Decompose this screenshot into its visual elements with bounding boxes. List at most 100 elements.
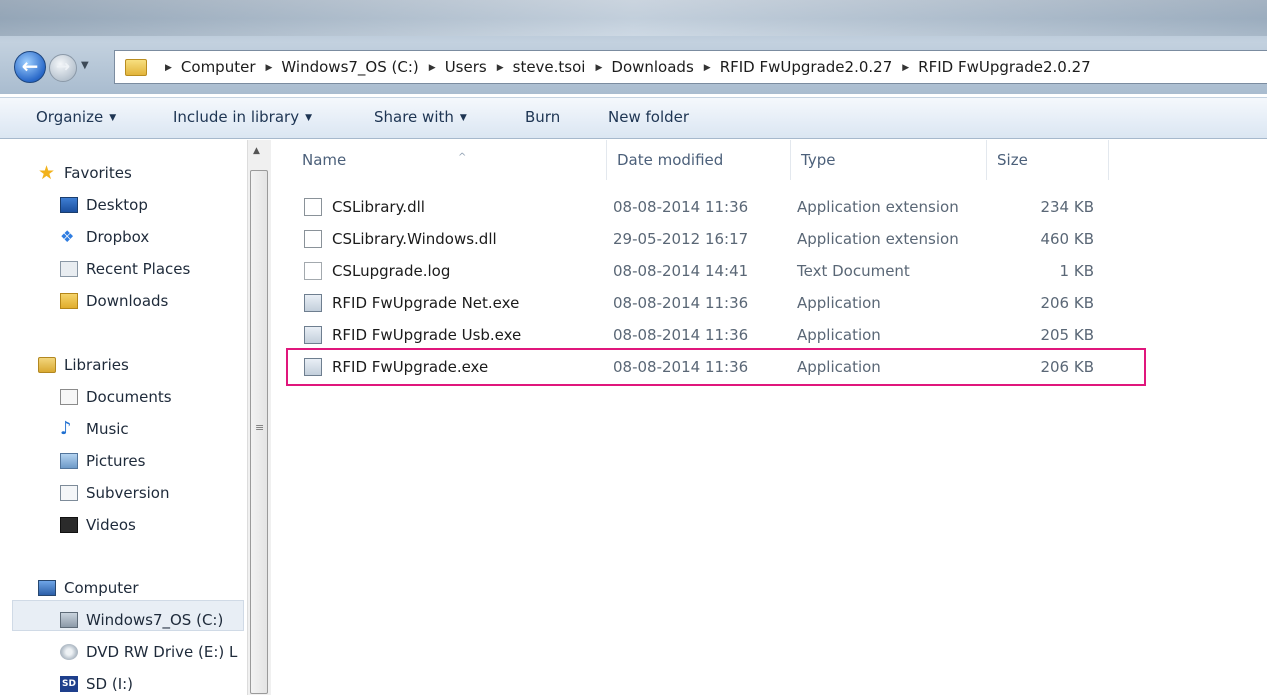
file-name: CSLibrary.Windows.dll (332, 230, 497, 248)
column-header-label: Type (801, 151, 836, 169)
file-name: RFID FwUpgrade Net.exe (332, 294, 520, 312)
pictures-icon (60, 453, 78, 469)
organize-label: Organize (36, 108, 104, 126)
file-type: Text Document (797, 262, 910, 280)
sort-ascending-icon: ^ (458, 152, 467, 163)
back-button[interactable]: ← (14, 51, 46, 83)
column-header-size[interactable]: Size (987, 140, 1109, 180)
music-icon: ♪ (60, 418, 72, 439)
navigation-scrollbar[interactable]: ▲ ≡ (247, 140, 271, 695)
nav-label: Music (86, 420, 129, 438)
breadcrumb-item[interactable]: steve.tsoi (513, 58, 586, 76)
recent-locations-dropdown[interactable]: ▼ (81, 60, 89, 71)
breadcrumb-item[interactable]: Downloads (611, 58, 693, 76)
new-folder-button[interactable]: New folder (608, 108, 689, 126)
address-field[interactable]: ▶ Computer ▶ Windows7_OS (C:) ▶ Users ▶ steve.t… (114, 50, 1267, 84)
nav-label: Documents (86, 388, 172, 406)
recent-places-icon (60, 261, 78, 277)
videos-icon (60, 517, 78, 533)
chevron-right-icon[interactable]: ▶ (497, 63, 504, 73)
breadcrumb-item[interactable]: RFID FwUpgrade2.0.27 (918, 58, 1091, 76)
annotation-highlight-box (286, 348, 1146, 386)
file-row[interactable]: RFID FwUpgrade Net.exe 08-08-2014 11:36 … (292, 287, 1132, 319)
scrollbar-thumb[interactable]: ≡ (250, 170, 268, 694)
file-name: CSLibrary.dll (332, 198, 425, 216)
chevron-right-icon[interactable]: ▶ (266, 63, 273, 73)
column-header-date-modified[interactable]: Date modified (607, 140, 791, 180)
nav-label: SD (I:) (86, 675, 134, 693)
dropbox-icon: ❖ (60, 227, 75, 246)
chevron-down-icon: ▼ (305, 113, 312, 123)
file-row[interactable]: CSLupgrade.log 08-08-2014 14:41 Text Doc… (292, 255, 1132, 287)
file-row[interactable]: CSLibrary.Windows.dll 29-05-2012 16:17 A… (292, 223, 1132, 255)
include-in-library-label: Include in library (173, 108, 300, 126)
share-with-button[interactable]: Share with ▼ (374, 108, 467, 126)
nav-label: Favorites (64, 164, 132, 182)
breadcrumb: ▶ Computer ▶ Windows7_OS (C:) ▶ Users ▶ steve.t… (155, 58, 1091, 76)
nav-label: Downloads (86, 292, 169, 310)
subversion-icon (60, 485, 78, 501)
computer-icon (38, 580, 56, 596)
text-file-icon (304, 262, 322, 280)
chevron-down-icon: ▼ (459, 113, 467, 123)
nav-label: Computer (64, 579, 139, 597)
column-header-label: Name (302, 151, 347, 169)
column-header-type[interactable]: Type (791, 140, 987, 180)
exe-file-icon (304, 294, 322, 312)
nav-label: Pictures (86, 452, 146, 470)
file-date-modified: 08-08-2014 14:41 (613, 262, 749, 280)
include-in-library-button[interactable]: Include in library ▼ (173, 108, 312, 126)
libraries-icon (38, 357, 56, 373)
star-icon: ★ (38, 162, 56, 184)
file-type: Application (797, 326, 881, 344)
breadcrumb-item[interactable]: Computer (181, 58, 256, 76)
window-title-strip (0, 0, 1267, 36)
share-with-label: Share with (374, 108, 454, 126)
chevron-right-icon[interactable]: ▶ (902, 63, 909, 73)
file-size: 206 KB (1040, 294, 1094, 312)
back-arrow-icon: ← (21, 54, 39, 78)
breadcrumb-item[interactable]: Users (445, 58, 487, 76)
forward-button[interactable]: → (49, 54, 77, 82)
column-header-label: Size (997, 151, 1028, 169)
nav-label: Desktop (86, 196, 148, 214)
chevron-right-icon[interactable]: ▶ (704, 63, 711, 73)
nav-label: Dropbox (86, 228, 150, 246)
file-row[interactable]: RFID FwUpgrade Usb.exe 08-08-2014 11:36 … (292, 319, 1132, 351)
downloads-folder-icon (60, 293, 78, 309)
file-date-modified: 08-08-2014 11:36 (613, 198, 749, 216)
hard-drive-icon (60, 612, 78, 628)
nav-label: Videos (86, 516, 136, 534)
desktop-icon (60, 197, 78, 213)
nav-label: DVD RW Drive (E:) L (86, 643, 238, 661)
chevron-right-icon[interactable]: ▶ (165, 63, 172, 73)
file-name: CSLupgrade.log (332, 262, 451, 280)
chevron-right-icon[interactable]: ▶ (429, 63, 436, 73)
exe-file-icon (304, 326, 322, 344)
column-header-name[interactable]: Name ^ (292, 140, 607, 180)
nav-label: Subversion (86, 484, 170, 502)
file-name: RFID FwUpgrade Usb.exe (332, 326, 522, 344)
file-date-modified: 29-05-2012 16:17 (613, 230, 749, 248)
dll-file-icon (304, 198, 322, 216)
breadcrumb-item[interactable]: Windows7_OS (C:) (281, 58, 418, 76)
organize-button[interactable]: Organize ▼ (36, 108, 116, 126)
file-size: 460 KB (1040, 230, 1094, 248)
forward-arrow-icon: → (55, 57, 71, 77)
command-bar: Organize ▼ Include in library ▼ Share with… (0, 97, 1267, 139)
file-size: 234 KB (1040, 198, 1094, 216)
scroll-up-arrow-icon[interactable]: ▲ (253, 146, 260, 156)
nav-label: Recent Places (86, 260, 191, 278)
file-row[interactable]: CSLibrary.dll 08-08-2014 11:36 Applicati… (292, 191, 1132, 223)
breadcrumb-item[interactable]: RFID FwUpgrade2.0.27 (720, 58, 893, 76)
file-size: 205 KB (1040, 326, 1094, 344)
burn-button[interactable]: Burn (525, 108, 560, 126)
navigation-pane: ★ Favorites Desktop ❖ Dropbox Recent Place… (0, 140, 247, 695)
dll-file-icon (304, 230, 322, 248)
grip-icon: ≡ (255, 421, 265, 434)
file-date-modified: 08-08-2014 11:36 (613, 294, 749, 312)
dvd-drive-icon (60, 644, 78, 660)
chevron-right-icon[interactable]: ▶ (595, 63, 602, 73)
file-date-modified: 08-08-2014 11:36 (613, 326, 749, 344)
file-type: Application extension (797, 230, 959, 248)
